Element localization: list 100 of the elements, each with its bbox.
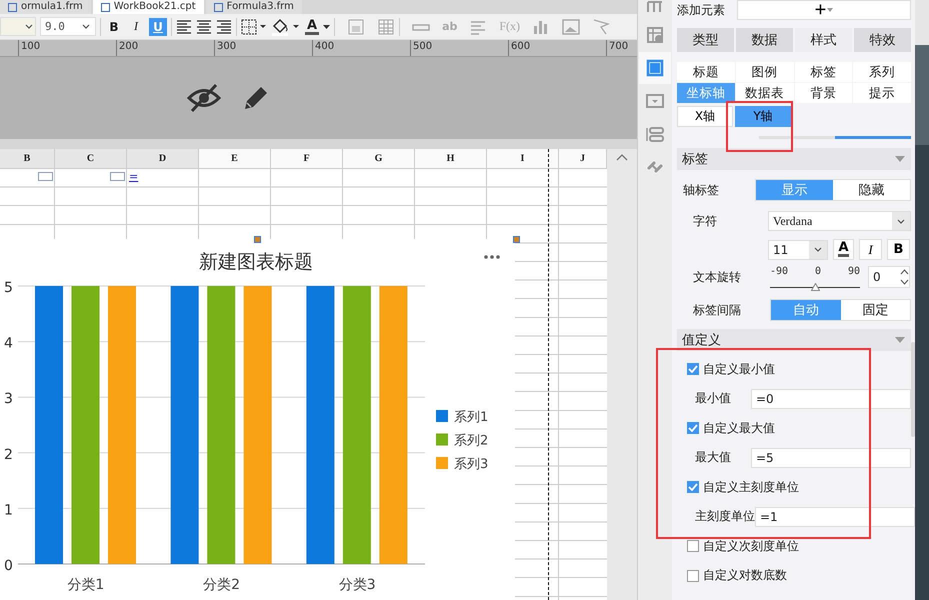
- chevron-down-icon: [897, 218, 905, 224]
- dropdown-caret-icon: [895, 156, 905, 162]
- legend-label: 系列3: [454, 457, 488, 472]
- style-combo[interactable]: [0, 17, 36, 36]
- ruler-mark: 300: [214, 40, 312, 56]
- field-label: 文本旋转: [692, 268, 742, 286]
- italic-button[interactable]: I: [859, 239, 882, 260]
- resize-handle-icon[interactable]: [513, 236, 520, 243]
- segmented-control[interactable]: 显示 隐藏: [755, 179, 911, 201]
- checkbox-label: 自定义最小值: [703, 360, 775, 378]
- slider-tick-label: 90: [848, 266, 860, 277]
- column-header[interactable]: G: [343, 149, 415, 169]
- field-label: 最小值: [694, 390, 732, 407]
- dropdown-box-icon: [646, 92, 664, 110]
- image-icon[interactable]: [562, 18, 580, 36]
- tab[interactable]: 提示: [853, 83, 911, 103]
- file-tab[interactable]: ormula1.frm: [0, 0, 91, 14]
- tab[interactable]: 数据表: [736, 83, 794, 103]
- tab[interactable]: 样式: [795, 28, 852, 52]
- tab[interactable]: 标题: [677, 62, 735, 82]
- section-title: 标签: [682, 151, 708, 168]
- tab[interactable]: 标签: [794, 62, 852, 82]
- size-select[interactable]: 11: [768, 240, 828, 260]
- category-label: 分类2: [203, 577, 240, 593]
- table-icon[interactable]: [377, 18, 396, 36]
- check-icon: [688, 483, 698, 491]
- tab[interactable]: Y轴: [735, 106, 791, 127]
- column-header[interactable]: F: [271, 149, 343, 169]
- paint-bucket-icon[interactable]: [271, 18, 301, 36]
- file-tab[interactable]: Formula3.frm: [206, 0, 302, 14]
- column-header[interactable]: D: [127, 149, 199, 169]
- panel-scrollbar[interactable]: [911, 342, 915, 437]
- rotation-spinner[interactable]: 0: [868, 266, 910, 288]
- column-header[interactable]: E: [199, 149, 271, 169]
- chevron-up-icon: [616, 153, 628, 161]
- input-field[interactable]: =1: [755, 506, 915, 526]
- axis-tick-label: 0: [4, 558, 13, 574]
- column-header[interactable]: I: [487, 149, 559, 169]
- file-tab[interactable]: WorkBook21.cpt: [92, 0, 204, 14]
- input-field[interactable]: =0: [751, 388, 911, 408]
- checkbox-label: 自定义次刻度单位: [703, 538, 799, 554]
- eye-slash-icon[interactable]: [186, 83, 220, 113]
- checkbox[interactable]: [687, 422, 699, 434]
- tab[interactable]: 图例: [736, 62, 794, 82]
- checkbox-label: 自定义主刻度单位: [703, 478, 799, 496]
- tab[interactable]: 背景: [794, 83, 852, 103]
- ruler-mark: 100: [18, 40, 116, 56]
- section-header[interactable]: 标签: [677, 148, 911, 170]
- tab[interactable]: 数据: [736, 28, 793, 52]
- document-icon: [100, 2, 110, 12]
- checkbox[interactable]: [687, 570, 699, 582]
- check-icon: [688, 424, 698, 432]
- input-field[interactable]: =5: [751, 448, 911, 468]
- cell-merge-icon[interactable]: [347, 18, 366, 36]
- tab[interactable]: X轴: [677, 106, 733, 127]
- dropdown-caret-icon: [895, 337, 905, 343]
- bold-button[interactable]: B: [887, 239, 910, 260]
- ruler-mark: 400: [312, 40, 410, 56]
- segmented-control[interactable]: 自动 固定: [770, 299, 911, 321]
- section-label: 添加元素: [677, 2, 725, 18]
- document-icon: [214, 2, 223, 12]
- font-color-button[interactable]: A: [305, 18, 330, 36]
- tab[interactable]: 系列: [853, 62, 911, 82]
- column-header[interactable]: H: [415, 149, 487, 169]
- caret-icon: [323, 24, 330, 28]
- tab[interactable]: 类型: [677, 28, 734, 52]
- slider-thumb[interactable]: [810, 283, 820, 291]
- document-icon: [8, 2, 17, 12]
- bold-button[interactable]: B: [105, 18, 123, 36]
- column-header[interactable]: C: [55, 149, 127, 169]
- column-header[interactable]: B: [0, 149, 55, 169]
- checkbox[interactable]: [687, 363, 699, 375]
- axis-tick-label: 3: [4, 391, 13, 408]
- field-label: 最大值: [694, 449, 732, 466]
- font-color-button[interactable]: A: [833, 239, 854, 260]
- more-icon[interactable]: [484, 255, 500, 259]
- font-size-combo[interactable]: 9.0: [40, 17, 96, 36]
- vertical-scrollbar[interactable]: [607, 149, 637, 600]
- checkbox[interactable]: [687, 481, 699, 493]
- slider-tick-label: -90: [770, 266, 788, 277]
- tab[interactable]: 特效: [854, 28, 911, 52]
- column-header[interactable]: J: [559, 149, 607, 169]
- checkbox[interactable]: [687, 540, 699, 552]
- section-title: 值定义: [682, 332, 721, 349]
- axis-tick-label: 1: [4, 502, 13, 518]
- field-label: 标签间隔: [692, 302, 742, 318]
- resize-handle-icon[interactable]: [254, 236, 261, 243]
- dropdown-caret-icon: [82, 24, 90, 29]
- highlight-frame: [726, 101, 793, 152]
- dropdown-caret-icon: [25, 24, 33, 29]
- sidebar-item[interactable]: [639, 52, 671, 84]
- border-icon[interactable]: [241, 18, 267, 34]
- italic-button[interactable]: I: [127, 18, 145, 36]
- square-icon: [646, 59, 664, 77]
- field-label: 轴标签: [682, 182, 720, 198]
- chevron-down-icon: [814, 247, 822, 252]
- font-select[interactable]: Verdana: [768, 211, 911, 231]
- add-element-button[interactable]: +: [737, 0, 911, 20]
- section-header[interactable]: 值定义: [677, 329, 911, 351]
- formula-link[interactable]: =: [129, 170, 138, 183]
